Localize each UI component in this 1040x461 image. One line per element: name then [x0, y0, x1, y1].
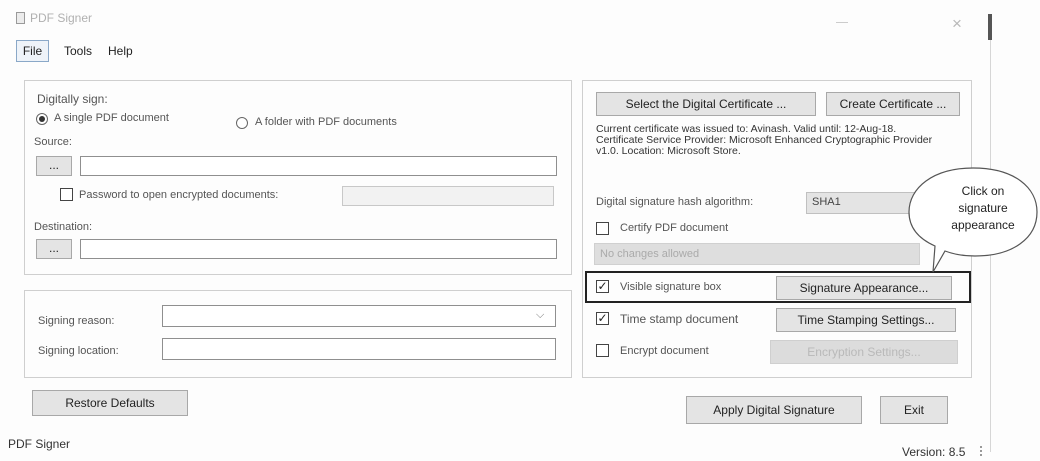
edge-mark [988, 14, 992, 40]
timestamp-checkbox[interactable]: ✓ [596, 312, 609, 325]
radio-single-document[interactable] [36, 113, 48, 125]
menu-bar: File Tools Help [16, 40, 976, 62]
visible-signature-checkbox[interactable]: ✓ [596, 280, 609, 293]
encrypt-label: Encrypt document [620, 345, 709, 357]
password-label: Password to open encrypted documents: [79, 189, 279, 201]
radio-folder[interactable] [236, 117, 248, 129]
menu-help[interactable]: Help [108, 44, 133, 58]
menu-file[interactable]: File [16, 40, 49, 62]
destination-input[interactable] [80, 239, 557, 259]
hash-algorithm-label: Digital signature hash algorithm: [596, 196, 754, 208]
status-app-name: PDF Signer [8, 437, 71, 451]
certify-checkbox[interactable] [596, 222, 609, 235]
encrypt-checkbox[interactable] [596, 344, 609, 357]
signature-appearance-button[interactable]: Signature Appearance... [776, 276, 952, 300]
title-bar: PDF Signer × [0, 0, 1000, 34]
radio-folder-label: A folder with PDF documents [255, 116, 397, 128]
encryption-settings-button[interactable]: Encryption Settings... [770, 340, 958, 364]
password-checkbox[interactable] [60, 188, 73, 201]
signing-location-input[interactable] [162, 338, 556, 360]
close-icon[interactable]: × [952, 14, 962, 34]
hash-algorithm-value: SHA1 [812, 196, 841, 208]
certify-label: Certify PDF document [620, 222, 729, 234]
create-certificate-button[interactable]: Create Certificate ... [826, 92, 960, 116]
destination-label: Destination: [34, 221, 93, 233]
reason-location-group [24, 290, 572, 378]
signing-reason-label: Signing reason: [38, 315, 115, 327]
app-icon [16, 12, 25, 24]
timestamp-label: Time stamp document [620, 312, 739, 326]
signing-reason-dropdown[interactable] [162, 305, 556, 327]
apply-digital-signature-button[interactable]: Apply Digital Signature [686, 396, 862, 424]
chevron-down-icon[interactable]: ⌵ [536, 309, 544, 322]
exit-button[interactable]: Exit [880, 396, 948, 424]
destination-browse-button[interactable]: ... [36, 239, 72, 259]
digitally-sign-label: Digitally sign: [37, 92, 108, 106]
callout-text: Click on signature appearance [951, 184, 1015, 232]
select-certificate-button[interactable]: Select the Digital Certificate ... [596, 92, 816, 116]
timestamp-settings-button[interactable]: Time Stamping Settings... [776, 308, 956, 332]
status-version: Version: 8.5 [902, 445, 966, 459]
source-label: Source: [34, 136, 72, 148]
certificate-info: Current certificate was issued to: Avina… [596, 123, 933, 157]
status-bar: PDF Signer Version: 8.5 [0, 430, 990, 461]
restore-defaults-button[interactable]: Restore Defaults [32, 390, 188, 416]
minimize-icon[interactable] [836, 22, 848, 23]
source-input[interactable] [80, 156, 557, 176]
certify-option-value: No changes allowed [600, 248, 700, 260]
menu-tools[interactable]: Tools [64, 44, 92, 58]
signing-location-label: Signing location: [38, 345, 119, 357]
visible-signature-label: Visible signature box [620, 281, 722, 293]
resize-grip-icon[interactable] [974, 446, 982, 456]
password-input[interactable] [342, 186, 554, 206]
radio-single-document-label: A single PDF document [54, 112, 169, 124]
source-browse-button[interactable]: ... [36, 156, 72, 176]
window-title: PDF Signer [30, 11, 93, 25]
